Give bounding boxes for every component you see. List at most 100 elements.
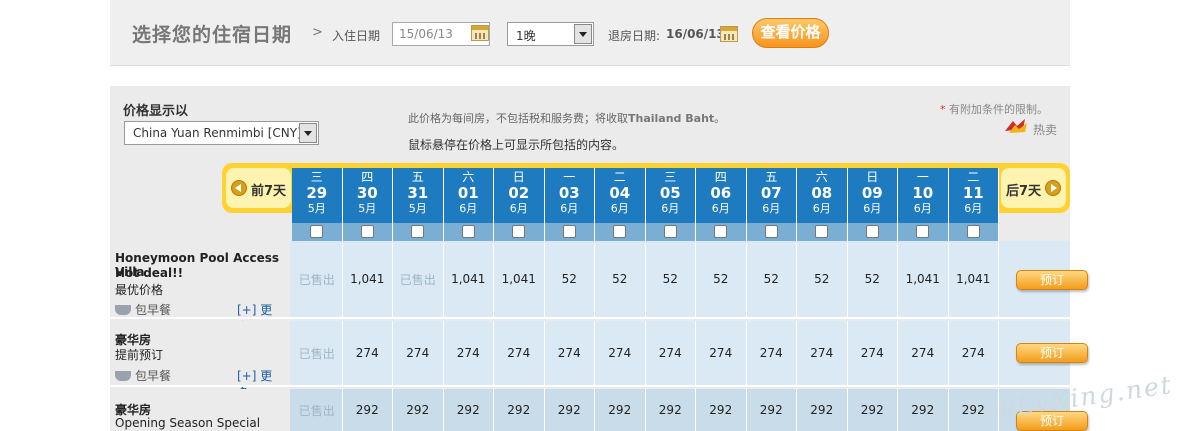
date-checkbox[interactable]	[714, 225, 727, 238]
checkout-calendar-icon[interactable]	[720, 26, 738, 42]
price-cell[interactable]: 1,041	[343, 241, 393, 317]
currency-select[interactable]: China Yuan Renmimbi [CNY]	[124, 121, 319, 145]
date-month: 5月	[358, 202, 377, 215]
date-day: 11	[962, 184, 984, 202]
price-cell[interactable]: 292	[444, 389, 494, 431]
price-cell[interactable]: 292	[848, 389, 898, 431]
date-weekday: 五	[765, 170, 778, 184]
date-checkbox-cell	[595, 223, 646, 241]
date-checkbox[interactable]	[613, 225, 626, 238]
date-checkbox[interactable]	[663, 225, 677, 238]
date-checkbox-cell	[393, 223, 444, 241]
price-cell[interactable]: 274	[696, 321, 747, 385]
date-checkbox[interactable]	[916, 225, 929, 238]
price-cell[interactable]: 1,041	[898, 241, 949, 317]
date-day: 30	[356, 184, 378, 202]
price-cell[interactable]: 52	[545, 241, 595, 317]
price-cell[interactable]: 52	[747, 241, 797, 317]
price-cell[interactable]: 292	[595, 389, 646, 431]
date-column: 一 03 6月	[544, 168, 595, 223]
book-button[interactable]: 预订	[1016, 270, 1088, 290]
price-cell[interactable]: 1,041	[949, 241, 999, 317]
date-column: 二 11 6月	[948, 168, 999, 223]
price-cell[interactable]: 292	[545, 389, 595, 431]
date-checkbox-cell	[949, 223, 999, 241]
room-row: 豪华房 Opening Season Special 已售出 292 292 2…	[110, 389, 1088, 431]
price-cell[interactable]: 274	[545, 321, 595, 385]
room-info: Honeymoon Pool Access Villa Hot deal!! 最…	[110, 241, 290, 334]
date-checkbox-cell	[646, 223, 696, 241]
price-cell[interactable]: 292	[494, 389, 545, 431]
date-column: 六 08 6月	[797, 168, 848, 223]
date-column: 二 04 6月	[595, 168, 646, 223]
price-cell[interactable]: 1,041	[444, 241, 494, 317]
date-checkbox[interactable]	[865, 225, 879, 238]
price-cell[interactable]: 274	[949, 321, 999, 385]
nights-dropdown-icon[interactable]	[574, 24, 592, 44]
hover-notice: 鼠标悬停在价格上可显示所包括的内容。	[408, 138, 625, 152]
next-7-days-button[interactable]: 后7天	[1001, 168, 1066, 208]
date-weekday: 二	[967, 170, 980, 184]
book-button[interactable]: 预订	[1016, 343, 1088, 363]
breakfast-label: 包早餐	[135, 369, 172, 383]
price-cell[interactable]: 274	[646, 321, 696, 385]
date-weekday: 四	[361, 170, 374, 184]
date-checkbox[interactable]	[815, 225, 828, 238]
date-checkbox[interactable]	[310, 225, 323, 238]
date-checkbox[interactable]	[360, 225, 374, 238]
price-cell[interactable]: 274	[848, 321, 898, 385]
date-weekday: 二	[613, 170, 626, 184]
date-column: 日 09 6月	[847, 168, 898, 223]
price-cell[interactable]: 1,041	[494, 241, 545, 317]
nights-select[interactable]: 1晚	[507, 22, 594, 46]
price-cell[interactable]: 52	[646, 241, 696, 317]
rate-name: 最优价格	[115, 283, 164, 297]
date-checkbox[interactable]	[562, 225, 576, 238]
price-cell[interactable]: 292	[898, 389, 949, 431]
date-day: 31	[407, 184, 429, 202]
date-checkbox-cell	[797, 223, 848, 241]
breakfast-info: 包早餐	[115, 301, 171, 318]
date-month: 5月	[408, 202, 427, 215]
checkin-calendar-icon[interactable]	[471, 25, 489, 41]
date-checkbox[interactable]	[512, 225, 525, 238]
price-cell[interactable]: 292	[949, 389, 999, 431]
date-checkbox[interactable]	[461, 225, 475, 238]
price-cell[interactable]: 274	[898, 321, 949, 385]
price-cell[interactable]: 292	[696, 389, 747, 431]
view-price-button[interactable]: 查看价格	[752, 18, 829, 48]
price-cell[interactable]: 274	[444, 321, 494, 385]
date-checkbox[interactable]	[966, 225, 980, 238]
price-cell[interactable]: 292	[747, 389, 797, 431]
checkout-date-value: 16/06/13	[666, 27, 725, 41]
price-cell[interactable]: 274	[797, 321, 848, 385]
price-cell[interactable]: 52	[848, 241, 898, 317]
price-notice: 此价格为每间房，不包括税和服务费；将收取Thailand Baht。	[408, 110, 725, 126]
breakfast-cup-icon	[115, 305, 131, 315]
price-cell[interactable]: 52	[797, 241, 848, 317]
price-cell[interactable]: 274	[494, 321, 545, 385]
date-column: 五 31 5月	[393, 168, 444, 223]
price-cell: 已售出	[292, 241, 343, 317]
prev-7-days-button[interactable]: 前7天	[226, 168, 291, 208]
date-day: 06	[710, 184, 732, 202]
currency-dropdown-icon[interactable]	[299, 123, 317, 143]
price-cell[interactable]: 292	[646, 389, 696, 431]
price-cell[interactable]: 52	[595, 241, 646, 317]
price-cell[interactable]: 52	[696, 241, 747, 317]
price-cell[interactable]: 292	[343, 389, 393, 431]
price-cell[interactable]: 274	[343, 321, 393, 385]
checkin-label: 入住日期	[332, 29, 381, 43]
date-checkbox[interactable]	[411, 225, 424, 238]
price-cell[interactable]: 292	[393, 389, 444, 431]
price-cell[interactable]: 274	[595, 321, 646, 385]
date-checkbox-cell	[545, 223, 595, 241]
breakfast-cup-icon	[115, 371, 131, 381]
date-checkbox-cell	[696, 223, 747, 241]
date-weekday: 六	[815, 170, 828, 184]
date-checkbox[interactable]	[764, 225, 778, 238]
date-month: 6月	[711, 202, 730, 215]
price-cell[interactable]: 274	[393, 321, 444, 385]
price-cell[interactable]: 292	[797, 389, 848, 431]
price-cell[interactable]: 274	[747, 321, 797, 385]
